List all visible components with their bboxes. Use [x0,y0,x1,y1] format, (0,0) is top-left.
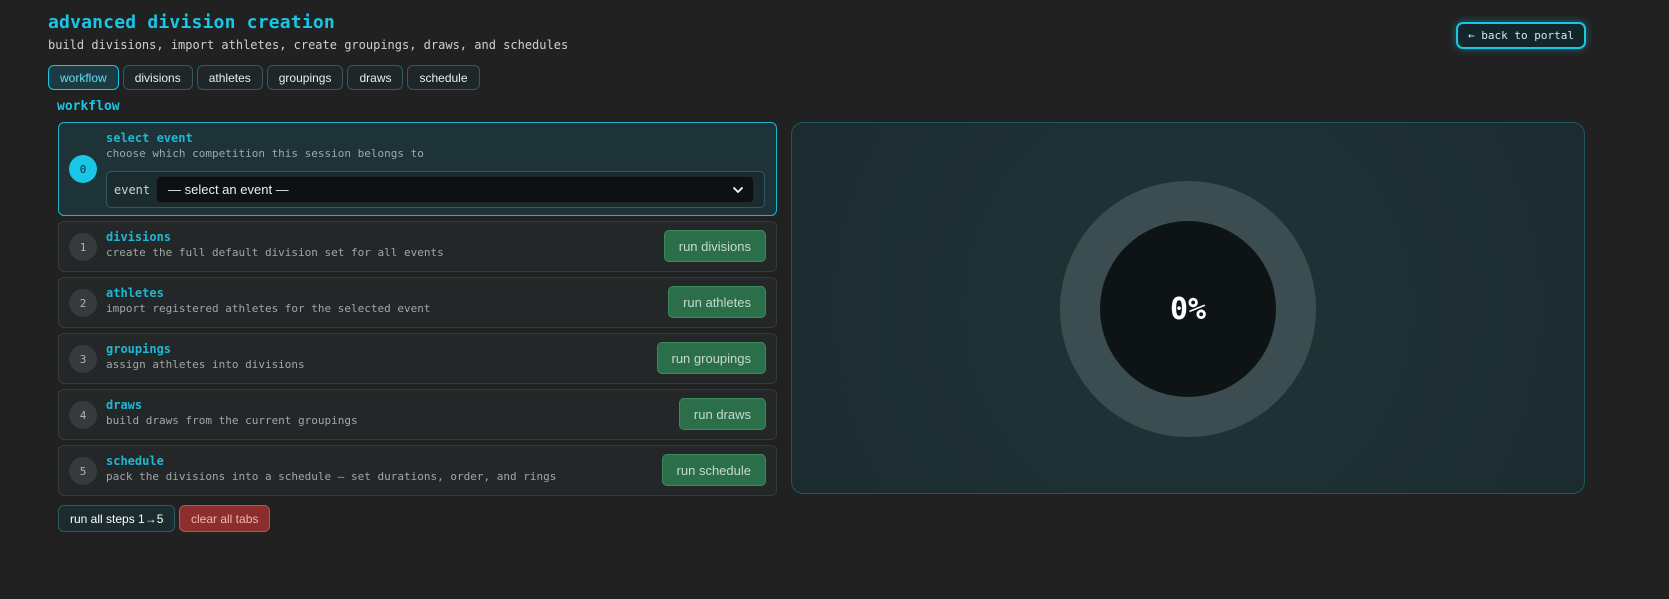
step-divisions: 1 divisions create the full default divi… [58,221,777,272]
tab-divisions[interactable]: divisions [122,65,193,90]
step-description: choose which competition this session be… [106,147,424,160]
step-description: pack the divisions into a schedule — set… [106,470,557,483]
step-number-badge: 1 [69,233,97,261]
step-number-badge: 4 [69,401,97,429]
page-title: advanced division creation [48,12,335,33]
step-description: create the full default division set for… [106,246,444,259]
progress-ring: 0% [1060,181,1316,437]
event-select[interactable]: — select an event — [156,176,754,203]
workflow-heading: workflow [57,99,120,114]
step-name: groupings [106,342,172,356]
step-number-badge: 3 [69,345,97,373]
step-name: divisions [106,230,172,244]
step-description: assign athletes into divisions [106,358,305,371]
chevron-down-icon [733,187,743,193]
run-groupings-button[interactable]: run groupings [656,342,766,374]
step-name: draws [106,398,143,412]
event-selector-group: event — select an event — [106,171,765,208]
step-name: schedule [106,454,164,468]
tab-draws[interactable]: draws [347,65,404,90]
step-number-badge: 0 [69,155,97,183]
event-select-value: — select an event — [168,182,289,197]
run-all-steps-button[interactable]: run all steps 1→5 [58,505,176,532]
page-subtitle: build divisions, import athletes, create… [48,38,569,52]
step-draws: 4 draws build draws from the current gro… [58,389,777,440]
progress-panel: 0% [791,122,1585,494]
step-description: import registered athletes for the selec… [106,302,431,315]
back-to-portal-button[interactable]: ← back to portal [1456,22,1586,49]
run-divisions-button[interactable]: run divisions [663,230,766,262]
run-schedule-button[interactable]: run schedule [661,454,766,486]
step-description: build draws from the current groupings [106,414,358,427]
tab-schedule[interactable]: schedule [407,65,480,90]
progress-ring-center: 0% [1100,221,1276,397]
step-number-badge: 2 [69,289,97,317]
tab-groupings[interactable]: groupings [266,65,344,90]
tab-athletes[interactable]: athletes [196,65,263,90]
event-label: event [114,183,151,197]
clear-all-tabs-button[interactable]: clear all tabs [179,505,271,532]
progress-percentage: 0% [1169,291,1207,327]
step-name: athletes [106,286,164,300]
step-number-badge: 5 [69,457,97,485]
step-athletes: 2 athletes import registered athletes fo… [58,277,777,328]
run-athletes-button[interactable]: run athletes [668,286,766,318]
step-name: select event [106,131,193,145]
run-draws-button[interactable]: run draws [678,398,766,430]
step-schedule: 5 schedule pack the divisions into a sch… [58,445,777,496]
step-groupings: 3 groupings assign athletes into divisio… [58,333,777,384]
tab-workflow[interactable]: workflow [48,65,119,90]
tab-bar: workflow divisions athletes groupings dr… [48,65,480,90]
step-select-event: 0 select event choose which competition … [58,122,777,216]
